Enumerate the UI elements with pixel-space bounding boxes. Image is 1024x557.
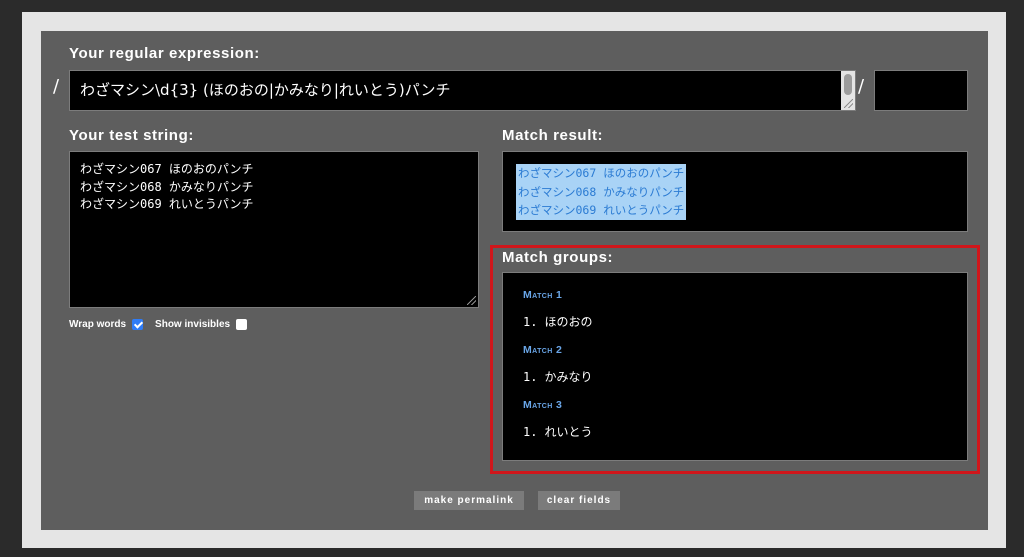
page-frame: Your regular expression: / わざマシン\d{3} (ほ… — [22, 12, 1006, 548]
match-groups-list: Match 1 1. ほのおの Match 2 1. かみなり Match 3 1.… — [523, 287, 592, 452]
group-number: 1. — [523, 425, 538, 439]
match-result-line: わざマシン068 かみなりパンチ — [516, 182, 687, 201]
match-group-item: 1. かみなり — [523, 367, 592, 387]
group-value: ほのおの — [544, 315, 593, 329]
match-groups-panel: Match 1 1. ほのおの Match 2 1. かみなり Match 3 1.… — [502, 272, 968, 461]
match-title: Match 2 — [523, 344, 563, 356]
match-result-line: わざマシン067 ほのおのパンチ — [516, 164, 687, 183]
group-number: 1. — [523, 315, 538, 329]
match-highlight: わざマシン067 ほのおのパンチ — [516, 164, 687, 183]
display-options: Wrap words Show invisibles — [69, 318, 248, 331]
regex-scrollbar[interactable] — [841, 71, 855, 110]
clear-fields-button[interactable]: clear fields — [538, 491, 620, 510]
main-panel: Your regular expression: / わざマシン\d{3} (ほ… — [41, 31, 988, 530]
regex-input[interactable]: わざマシン\d{3} (ほのおの|かみなり|れいとう)パンチ — [70, 71, 841, 110]
match-groups-label: Match groups: — [502, 249, 614, 266]
regex-close-delimiter: / — [858, 76, 865, 97]
match-group-item: 1. れいとう — [523, 422, 592, 442]
show-invisibles-label[interactable]: Show invisibles — [155, 318, 230, 331]
match-title: Match 3 — [523, 399, 563, 411]
match-result-text: わざマシン067 ほのおのパンチ わざマシン068 かみなりパンチ わざマシン0… — [516, 164, 687, 220]
test-string-input[interactable]: わざマシン067 ほのおのパンチ わざマシン068 かみなりパンチ わざマシン0… — [70, 152, 478, 307]
group-number: 1. — [523, 370, 538, 384]
wrap-words-checkbox[interactable] — [132, 319, 144, 330]
group-value: れいとう — [544, 425, 593, 439]
match-block: Match 3 1. れいとう — [523, 397, 592, 442]
wrap-words-label[interactable]: Wrap words — [69, 318, 126, 331]
resize-grip-icon[interactable] — [844, 99, 853, 108]
regex-open-delimiter: / — [53, 76, 60, 97]
checkmark-icon — [133, 319, 143, 329]
match-result-line: わざマシン069 れいとうパンチ — [516, 201, 687, 220]
resize-grip-icon[interactable] — [467, 296, 476, 305]
test-string-field[interactable]: わざマシン067 ほのおのパンチ わざマシン068 かみなりパンチ わざマシン0… — [69, 151, 479, 308]
regex-field[interactable]: わざマシン\d{3} (ほのおの|かみなり|れいとう)パンチ — [69, 70, 856, 111]
regex-options-field[interactable] — [874, 70, 968, 111]
regex-label: Your regular expression: — [69, 45, 260, 62]
match-result-label: Match result: — [502, 127, 604, 144]
group-value: かみなり — [544, 370, 593, 384]
match-result-panel: わざマシン067 ほのおのパンチ わざマシン068 かみなりパンチ わざマシン0… — [502, 151, 968, 232]
regex-scrollbar-thumb[interactable] — [844, 74, 852, 95]
match-highlight: わざマシン068 かみなりパンチ — [516, 182, 687, 201]
match-group-item: 1. ほのおの — [523, 312, 592, 332]
test-string-label: Your test string: — [69, 127, 194, 144]
match-block: Match 2 1. かみなり — [523, 342, 592, 387]
match-highlight: わざマシン069 れいとうパンチ — [516, 201, 687, 220]
match-block: Match 1 1. ほのおの — [523, 287, 592, 332]
regex-options-input[interactable] — [875, 71, 967, 110]
make-permalink-button[interactable]: make permalink — [414, 491, 524, 510]
match-title: Match 1 — [523, 289, 563, 301]
show-invisibles-checkbox[interactable] — [236, 319, 248, 330]
